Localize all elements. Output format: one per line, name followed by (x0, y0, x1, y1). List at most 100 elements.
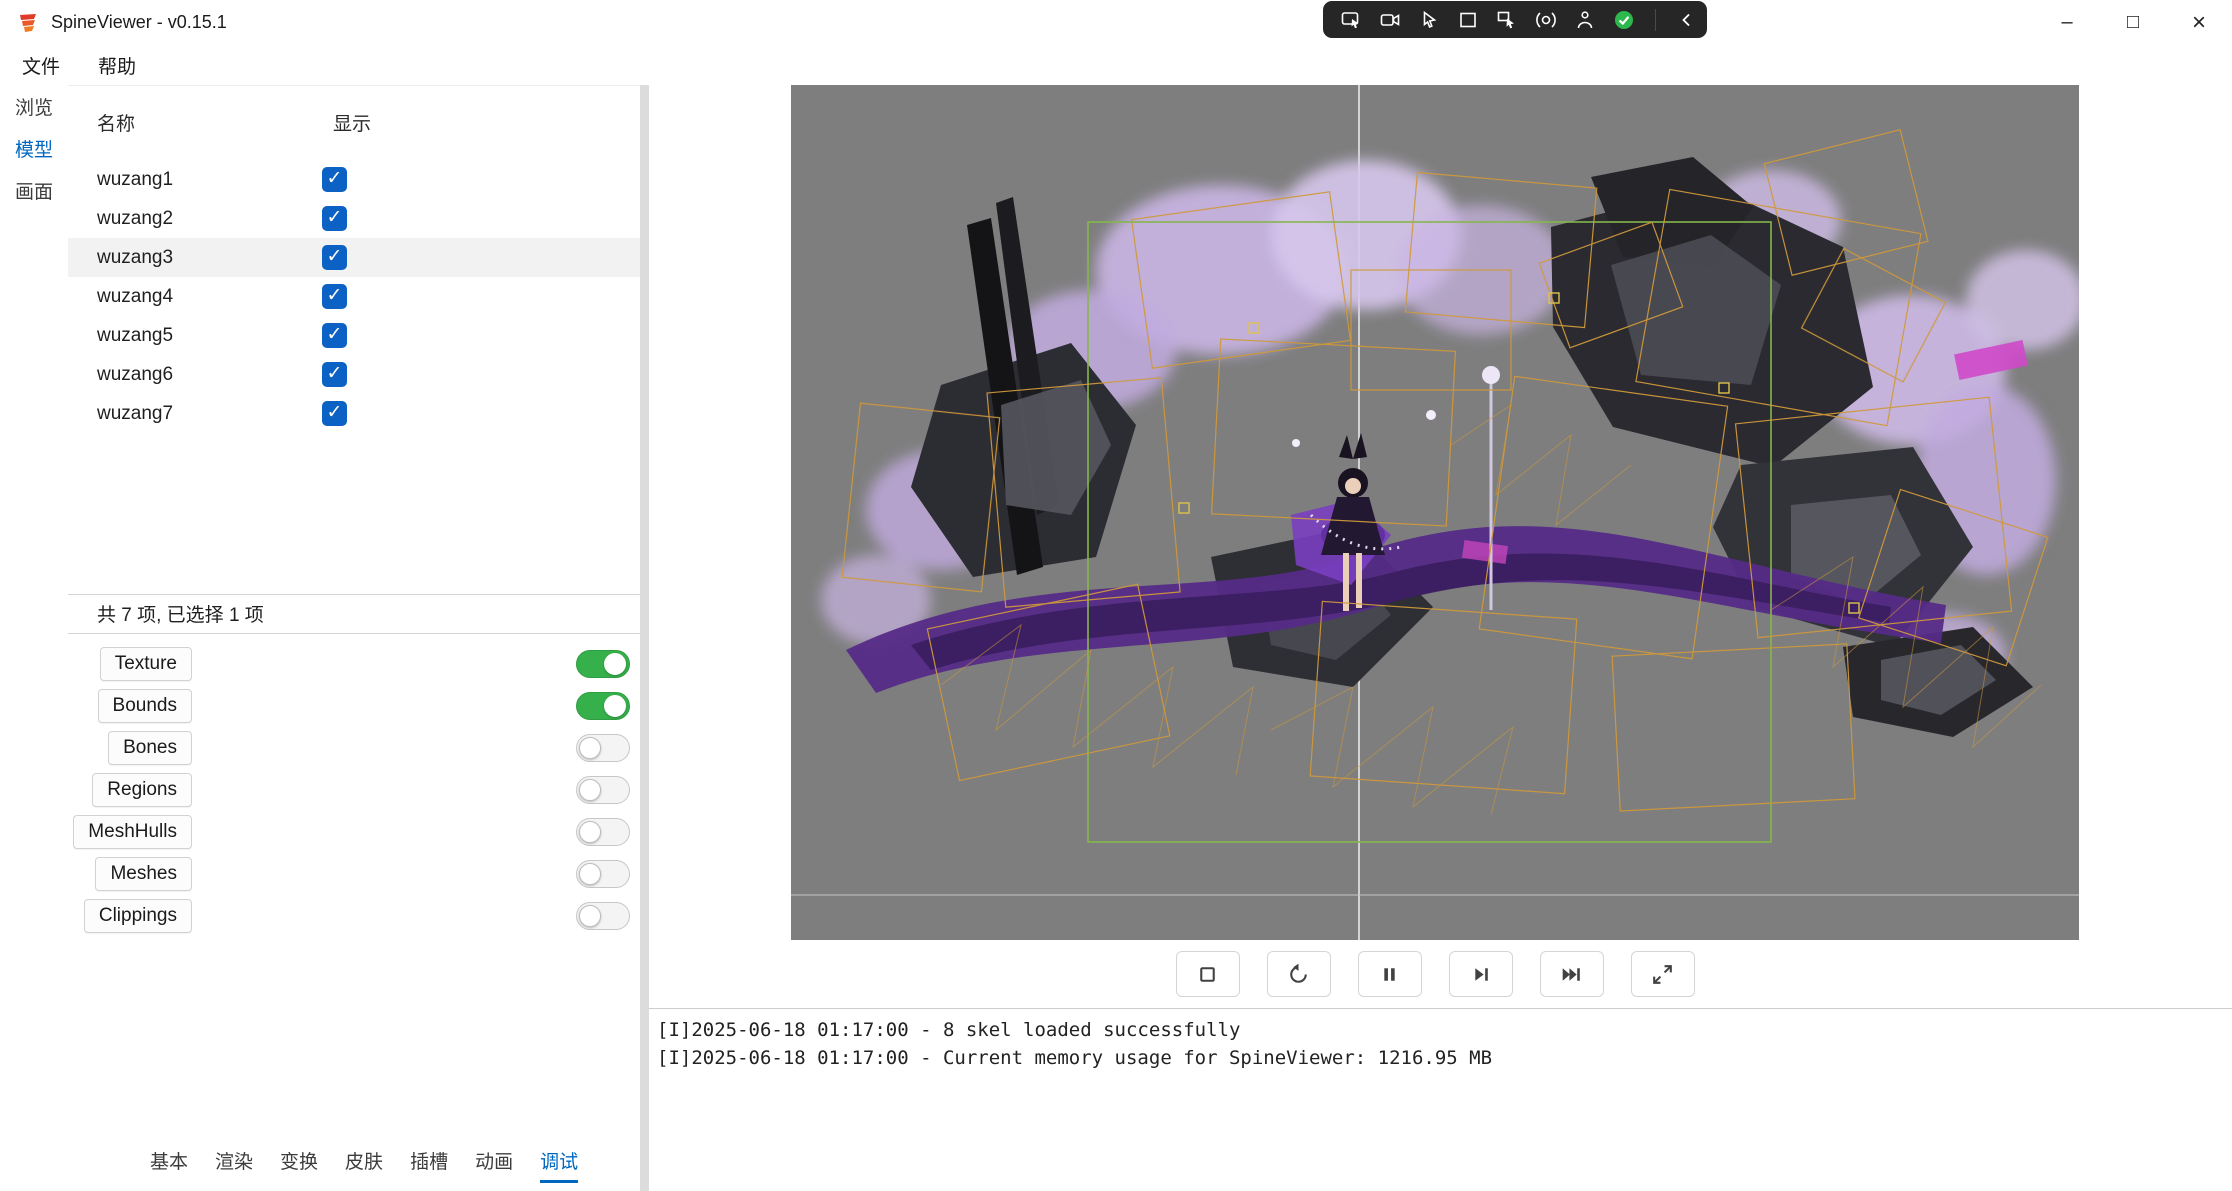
sidebar-tab[interactable]: 浏览 (0, 85, 68, 127)
sidebar-tab[interactable]: 模型 (0, 127, 68, 169)
window-title: SpineViewer - v0.15.1 (51, 12, 227, 33)
pointer-capture-icon[interactable] (1495, 8, 1519, 32)
skip-forward-button[interactable] (1540, 951, 1604, 997)
column-show: 显示 (333, 109, 371, 136)
titlebar-left: SpineViewer - v0.15.1 (0, 11, 227, 35)
show-checkbox[interactable] (322, 206, 347, 231)
panel-tab[interactable]: 插槽 (410, 1143, 448, 1183)
preview-panel: [I]2025-06-18 01:17:00 - 8 skel loaded s… (649, 85, 2232, 1191)
debug-toggle-switch[interactable] (576, 860, 630, 888)
model-row[interactable]: wuzang5 (68, 316, 640, 355)
list-divider (68, 594, 640, 595)
screen-capture-icon[interactable] (1339, 8, 1363, 32)
debug-option-button[interactable]: Bounds (98, 689, 192, 723)
toggle-knob (604, 653, 626, 675)
panel-splitter[interactable] (640, 85, 649, 1191)
debug-toggle-list: Texture Bounds Bones (68, 643, 630, 937)
panel-tab[interactable]: 变换 (280, 1143, 318, 1183)
fullscreen-button[interactable] (1631, 951, 1695, 997)
debug-toggle-switch[interactable] (576, 902, 630, 930)
step-forward-button[interactable] (1449, 951, 1513, 997)
status-ok-icon[interactable] (1612, 8, 1636, 32)
debug-toggle-row: Regions (68, 769, 630, 811)
model-name: wuzang1 (97, 169, 173, 191)
spineviewer-window: SpineViewer - v0.15.1 (0, 0, 2232, 1191)
toggle-knob (579, 905, 601, 927)
show-checkbox[interactable] (322, 401, 347, 426)
toggle-knob (604, 695, 626, 717)
panel-tab-bar: 基本 渲染 变换 皮肤 插槽 动画 调试 (150, 1143, 578, 1183)
panel-tab[interactable]: 动画 (475, 1143, 513, 1183)
debug-option-button[interactable]: Regions (92, 773, 192, 807)
toggle-knob (579, 863, 601, 885)
panel-tab[interactable]: 渲染 (215, 1143, 253, 1183)
maximize-button[interactable]: □ (2100, 0, 2166, 45)
panel-tab[interactable]: 基本 (150, 1143, 188, 1183)
accessibility-icon[interactable] (1573, 8, 1597, 32)
sidebar: 浏览 模型 画面 (0, 85, 68, 211)
debug-option-button[interactable]: Texture (100, 647, 192, 681)
debug-toggle-row: Bones (68, 727, 630, 769)
model-name: wuzang5 (97, 325, 173, 347)
toggle-knob (579, 821, 601, 843)
debug-toggle-row: Texture (68, 643, 630, 685)
show-checkbox[interactable] (322, 167, 347, 192)
debug-toggle-switch[interactable] (576, 776, 630, 804)
debug-option-button[interactable]: Clippings (84, 899, 192, 933)
show-checkbox[interactable] (322, 323, 347, 348)
minimize-button[interactable]: – (2034, 0, 2100, 45)
model-row[interactable]: wuzang4 (68, 277, 640, 316)
toolbar-divider (1655, 9, 1656, 31)
model-row[interactable]: wuzang1 (68, 160, 640, 199)
app-logo-icon (16, 11, 40, 35)
model-list: wuzang1 wuzang2 wuzang3 wuzang4 (68, 160, 640, 433)
titlebar: SpineViewer - v0.15.1 (0, 0, 2232, 45)
column-name: 名称 (97, 109, 135, 136)
show-checkbox[interactable] (322, 245, 347, 270)
log-divider (649, 1008, 2232, 1009)
debug-toggle-switch[interactable] (576, 650, 630, 678)
region-icon[interactable] (1456, 8, 1480, 32)
model-row[interactable]: wuzang7 (68, 394, 640, 433)
menu-item[interactable]: 文件 (22, 52, 60, 79)
debug-option-button[interactable]: Meshes (95, 857, 192, 891)
collapse-toolbar-icon[interactable] (1675, 8, 1699, 32)
model-row[interactable]: wuzang2 (68, 199, 640, 238)
debug-option-button[interactable]: Bones (108, 731, 192, 765)
model-name: wuzang2 (97, 208, 173, 230)
debug-toggle-row: Meshes (68, 853, 630, 895)
model-name: wuzang3 (97, 247, 173, 269)
capture-toolbar (1323, 1, 1707, 38)
viewport-canvas[interactable] (791, 85, 2079, 940)
debug-toggle-row: Clippings (68, 895, 630, 937)
model-name: wuzang6 (97, 364, 173, 386)
menu-item[interactable]: 帮助 (98, 52, 136, 79)
debug-toggle-row: MeshHulls (68, 811, 630, 853)
model-row[interactable]: wuzang3 (68, 238, 640, 277)
debug-option-button[interactable]: MeshHulls (73, 815, 192, 849)
sidebar-tab[interactable]: 画面 (0, 169, 68, 211)
playback-controls (791, 951, 2079, 997)
camera-icon[interactable] (1378, 8, 1402, 32)
panel-tab[interactable]: 调试 (540, 1143, 578, 1183)
model-name: wuzang7 (97, 403, 173, 425)
debug-toggle-switch[interactable] (576, 692, 630, 720)
panel-tab[interactable]: 皮肤 (345, 1143, 383, 1183)
window-controls: – □ × (2034, 0, 2232, 45)
toggle-knob (579, 737, 601, 759)
model-list-header: 名称 显示 (68, 104, 640, 138)
log-output: [I]2025-06-18 01:17:00 - 8 skel loaded s… (657, 1017, 2224, 1072)
spine-model-render (791, 85, 2079, 940)
model-row[interactable]: wuzang6 (68, 355, 640, 394)
pause-button[interactable] (1358, 951, 1422, 997)
stop-button[interactable] (1176, 951, 1240, 997)
debug-toggle-switch[interactable] (576, 734, 630, 762)
close-button[interactable]: × (2166, 0, 2232, 45)
show-checkbox[interactable] (322, 362, 347, 387)
debug-toggle-switch[interactable] (576, 818, 630, 846)
performance-icon[interactable] (1534, 8, 1558, 32)
reset-button[interactable] (1267, 951, 1331, 997)
pointer-icon[interactable] (1417, 8, 1441, 32)
show-checkbox[interactable] (322, 284, 347, 309)
log-line: [I]2025-06-18 01:17:00 - 8 skel loaded s… (657, 1017, 2224, 1045)
